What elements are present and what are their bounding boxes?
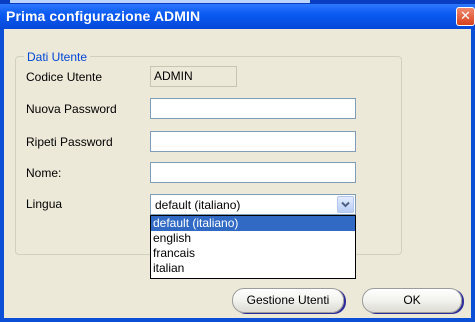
- user-code-label: Codice Utente: [26, 70, 103, 84]
- group-legend: Dati Utente: [24, 50, 91, 64]
- dialog-body: Dati Utente Codice Utente ADMIN Nuova Pa…: [4, 29, 471, 318]
- user-code-value: ADMIN: [154, 69, 193, 83]
- chevron-down-icon: [341, 201, 350, 208]
- language-option-italian[interactable]: italian: [151, 261, 355, 276]
- user-code-field: ADMIN: [150, 66, 237, 87]
- language-dropdown-list: default (italiano) english francais ital…: [150, 215, 356, 279]
- language-option-francais[interactable]: francais: [151, 246, 355, 261]
- language-option-default[interactable]: default (italiano): [151, 216, 355, 231]
- repeat-password-field-box: [150, 131, 356, 152]
- background-window-highlight: [10, 0, 310, 3]
- new-password-label: Nuova Password: [26, 102, 117, 116]
- language-option-english[interactable]: english: [151, 231, 355, 246]
- close-icon: ✕: [460, 8, 471, 23]
- name-field[interactable]: [151, 163, 355, 182]
- language-label: Lingua: [26, 197, 63, 211]
- dialog-window: Prima configurazione ADMIN ✕ Dati Utente…: [0, 0, 475, 322]
- language-selected-value: default (italiano): [155, 198, 241, 212]
- repeat-password-field[interactable]: [151, 132, 355, 151]
- name-label: Nome:: [26, 166, 62, 180]
- new-password-field-box: [150, 98, 356, 119]
- language-select[interactable]: default (italiano): [150, 194, 356, 215]
- ok-button[interactable]: OK: [362, 288, 462, 313]
- repeat-password-label: Ripeti Password: [26, 135, 113, 149]
- manage-users-button[interactable]: Gestione Utenti: [232, 288, 344, 313]
- new-password-field[interactable]: [151, 99, 355, 118]
- title-bar[interactable]: Prima configurazione ADMIN ✕: [0, 4, 475, 29]
- language-dropdown-button[interactable]: [337, 196, 354, 213]
- name-field-box: [150, 162, 356, 183]
- window-title: Prima configurazione ADMIN: [6, 8, 201, 24]
- close-button[interactable]: ✕: [456, 7, 475, 26]
